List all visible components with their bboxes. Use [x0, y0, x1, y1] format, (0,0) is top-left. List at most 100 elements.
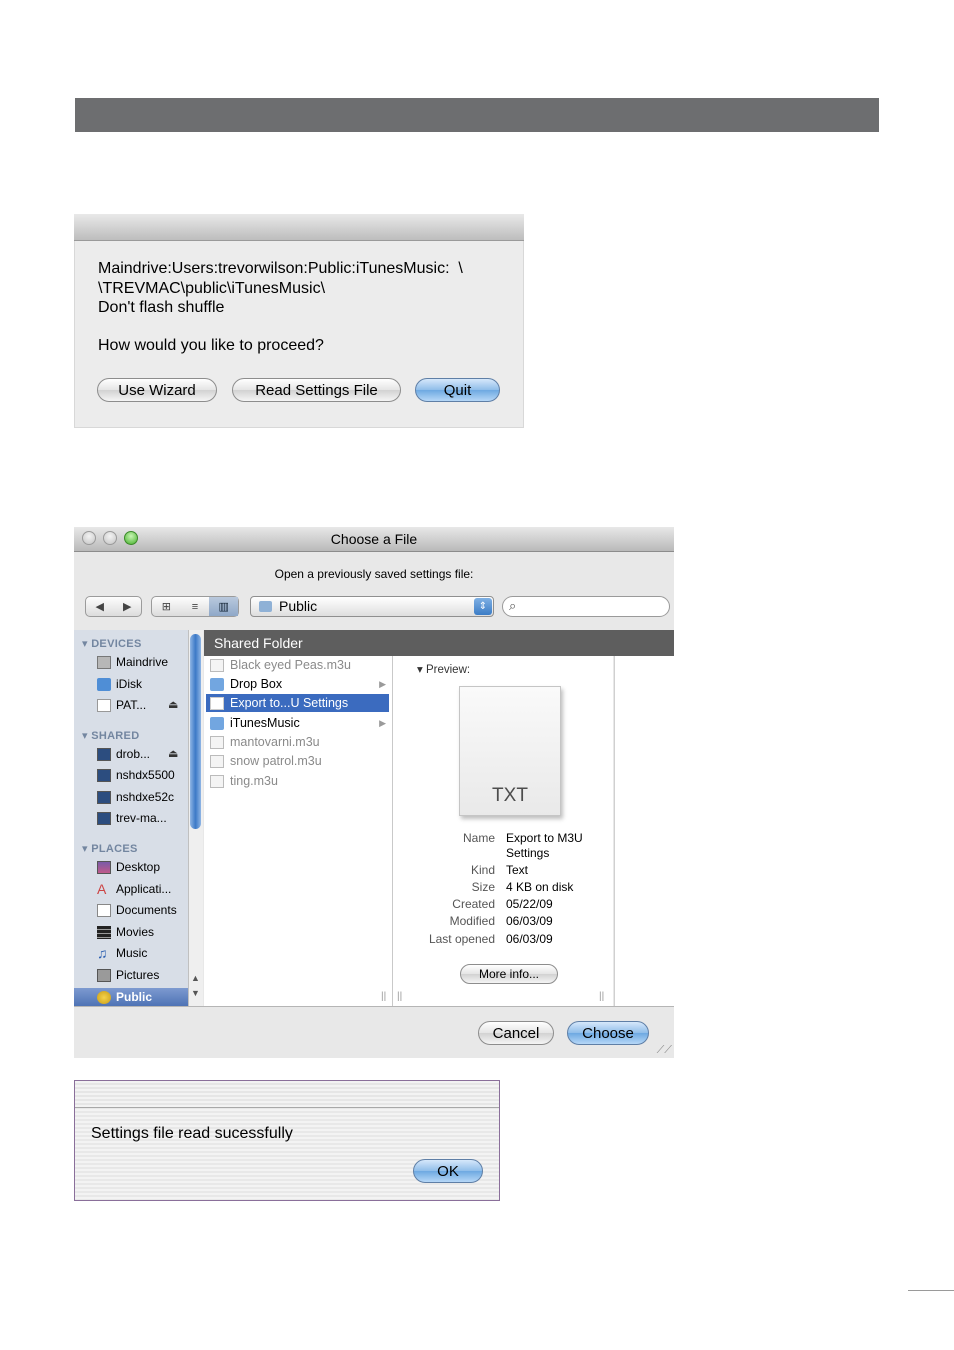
- text-file-icon: [210, 696, 224, 710]
- dialog-prompt: Open a previously saved settings file:: [274, 567, 474, 581]
- more-info-button[interactable]: More info...: [460, 964, 558, 984]
- file-name: Black eyed Peas.m3u: [230, 658, 351, 672]
- sidebar-header-devices: ▾ DEVICES: [82, 638, 142, 650]
- back-forward-control: ◀ ▶: [85, 596, 142, 617]
- info-value: 06/03/09: [506, 914, 553, 928]
- preview-column: ▾ Preview: TXT Name Export to M3U Settin…: [393, 656, 613, 1006]
- disclosure-arrow-icon: ▶: [379, 678, 386, 689]
- sidebar-item-music[interactable]: ♫ Music: [97, 944, 187, 962]
- places-header-text: PLACES: [91, 843, 138, 855]
- sidebar-item-idisk[interactable]: iDisk: [97, 675, 187, 693]
- proceed-dialog: Maindrive:Users:trevorwilson:Public:iTun…: [74, 214, 524, 428]
- location-popup[interactable]: Public ⇕: [250, 596, 494, 617]
- dialog-titlebar[interactable]: Choose a File: [74, 527, 674, 552]
- sidebar: ▾ DEVICES Maindrive iDisk PAT... ⏏ ▾ SHA…: [74, 630, 203, 1006]
- file-item[interactable]: snow patrol.m3u: [206, 752, 389, 770]
- dialog-titlebar[interactable]: [74, 214, 524, 241]
- list-view-icon[interactable]: ≡: [181, 601, 210, 613]
- file-name: Export to...U Settings: [230, 696, 349, 710]
- info-key: Kind: [470, 863, 495, 877]
- file-item[interactable]: Black eyed Peas.m3u: [206, 656, 389, 674]
- m3u-file-icon: [210, 658, 224, 672]
- file-item[interactable]: mantovarni.m3u: [206, 733, 389, 751]
- disclosure-arrow-icon: ▶: [379, 717, 386, 728]
- sidebar-item-nshdx5500[interactable]: nshdx5500: [97, 766, 187, 784]
- scroll-up-icon[interactable]: ▲: [191, 973, 200, 983]
- network-computer-icon: [97, 790, 111, 804]
- sidebar-item-applications[interactable]: A Applicati...: [97, 880, 187, 898]
- sidebar-item-label: Maindrive: [116, 655, 169, 669]
- sidebar-item-maindrive[interactable]: Maindrive: [97, 653, 187, 671]
- file-item[interactable]: Export to...U Settings: [206, 694, 389, 712]
- sidebar-item-pictures[interactable]: Pictures: [97, 966, 187, 984]
- m3u-file-icon: [210, 735, 224, 749]
- ok-button[interactable]: OK: [413, 1159, 483, 1183]
- sidebar-item-label: Desktop: [116, 860, 161, 874]
- icon-view-icon[interactable]: ⊞: [152, 600, 181, 613]
- sidebar-item-label: iDisk: [116, 677, 142, 691]
- folder-icon: [210, 677, 224, 691]
- popup-arrows-icon: ⇕: [474, 598, 492, 615]
- column-resize-handle[interactable]: ||: [599, 991, 604, 1002]
- footer-rule: [908, 1290, 954, 1291]
- sidebar-item-label: Public: [116, 990, 153, 1004]
- sidebar-item-desktop[interactable]: Desktop: [97, 858, 187, 876]
- quit-button[interactable]: Quit: [415, 378, 500, 402]
- info-value: Settings: [506, 846, 550, 860]
- success-message: Settings file read sucessfully: [91, 1125, 293, 1142]
- search-field[interactable]: ⌕: [502, 596, 670, 617]
- forward-arrow-icon[interactable]: ▶: [114, 600, 142, 613]
- m3u-file-icon: [210, 754, 224, 768]
- sidebar-item-label: PAT...: [116, 698, 147, 712]
- sidebar-item-nshdxe52c[interactable]: nshdxe52c: [97, 788, 187, 806]
- file-item[interactable]: iTunesMusic ▶: [206, 714, 389, 732]
- column-view-icon[interactable]: ▥: [209, 597, 239, 616]
- sidebar-item-label: Pictures: [116, 968, 160, 982]
- search-icon: ⌕: [509, 598, 517, 613]
- sidebar-item-movies[interactable]: Movies: [97, 923, 187, 941]
- sidebar-item-documents[interactable]: Documents: [97, 901, 187, 919]
- scroll-down-icon[interactable]: ▼: [191, 988, 200, 998]
- eject-icon[interactable]: ⏏: [168, 698, 178, 711]
- column-resize-handle[interactable]: ||: [397, 991, 402, 1002]
- sidebar-scrollbar[interactable]: ▲ ▼: [188, 630, 203, 1006]
- file-name: Drop Box: [230, 677, 283, 691]
- sidebar-item-label: drob...: [116, 747, 151, 761]
- file-column: Black eyed Peas.m3u Drop Box ▶ Export to.…: [204, 656, 393, 1006]
- message-line: Maindrive:Users:trevorwilson:Public:iTun…: [98, 260, 463, 277]
- network-computer-icon: [97, 811, 111, 825]
- use-wizard-button[interactable]: Use Wizard: [97, 378, 217, 402]
- eject-icon[interactable]: ⏏: [168, 747, 178, 760]
- file-name: iTunesMusic: [230, 716, 300, 730]
- column-resize-handle[interactable]: ||: [381, 991, 386, 1002]
- network-computer-icon: [97, 768, 111, 782]
- sidebar-item-public[interactable]: Public: [74, 988, 190, 1006]
- info-key: Last opened: [428, 932, 495, 946]
- folder-icon: [210, 716, 224, 730]
- read-settings-file-button[interactable]: Read Settings File: [232, 378, 401, 402]
- resize-grip-icon[interactable]: ⟋⟋: [657, 1044, 672, 1057]
- music-icon: ♫: [97, 944, 108, 961]
- cancel-button[interactable]: Cancel: [478, 1021, 554, 1045]
- success-dialog: Settings file read sucessfully OK: [74, 1080, 500, 1201]
- info-value: 06/03/09: [506, 932, 553, 946]
- section-header-bar: [75, 98, 879, 132]
- message-line: \TREVMAC\public\iTunesMusic\: [98, 279, 326, 297]
- folder-icon: [259, 601, 272, 612]
- preview-label: ▾ Preview:: [417, 664, 471, 676]
- sidebar-item-trev-ma[interactable]: trev-ma...: [97, 809, 187, 827]
- column-header: Shared Folder: [204, 630, 674, 656]
- movies-icon: [97, 925, 111, 939]
- sidebar-item-label: trev-ma...: [116, 811, 167, 825]
- back-arrow-icon[interactable]: ◀: [86, 600, 114, 613]
- documents-icon: [97, 903, 111, 917]
- scrollbar-thumb[interactable]: [190, 634, 201, 829]
- preview-label-text: Preview:: [425, 664, 471, 676]
- file-item[interactable]: Drop Box ▶: [206, 675, 389, 693]
- choose-button[interactable]: Choose: [567, 1021, 649, 1045]
- info-key: Size: [471, 880, 495, 894]
- dialog-titlebar[interactable]: [75, 1081, 499, 1108]
- file-item[interactable]: ting.m3u: [206, 772, 389, 790]
- sidebar-item-label: Movies: [116, 925, 155, 939]
- sidebar-item-label: nshdx5500: [116, 768, 175, 782]
